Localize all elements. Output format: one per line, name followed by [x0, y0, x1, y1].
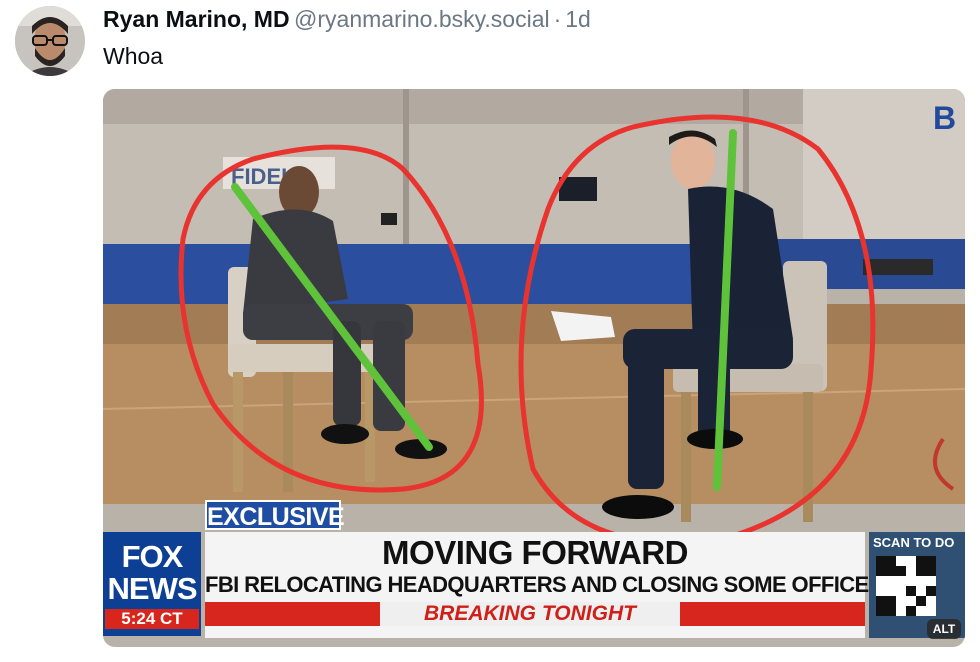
- post: Ryan Marino, MD @ryanmarino.bsky.social ·…: [0, 0, 980, 662]
- post-image[interactable]: FIDELI B EXCLUSIVE FOX NEWS 5:24 CT MOVI…: [103, 89, 965, 647]
- network-line2: NEWS: [107, 571, 198, 606]
- network-line1: FOX: [121, 539, 184, 574]
- news-chyron: EXCLUSIVE FOX NEWS 5:24 CT MOVING FORWAR…: [103, 500, 965, 647]
- post-age[interactable]: 1d: [565, 6, 591, 32]
- chyron-main: MOVING FORWARD FBI RELOCATING HEADQUARTE…: [205, 532, 883, 638]
- network-logo: FOX NEWS 5:24 CT: [103, 532, 201, 636]
- broadcast-time: 5:24 CT: [105, 609, 199, 629]
- avatar[interactable]: [15, 6, 85, 76]
- post-text: Whoa: [103, 43, 164, 69]
- chyron-subheadline: FBI RELOCATING HEADQUARTERS AND CLOSING …: [205, 572, 883, 597]
- author-name[interactable]: Ryan Marino, MD: [103, 6, 290, 32]
- qr-code-icon: [876, 556, 936, 616]
- post-header: Ryan Marino, MD @ryanmarino.bsky.social ·…: [103, 6, 591, 36]
- chyron-headline: MOVING FORWARD: [382, 534, 688, 571]
- separator: ·: [553, 6, 562, 32]
- qr-caption: SCAN TO DO: [873, 535, 955, 550]
- breaking-label: BREAKING TONIGHT: [380, 602, 680, 626]
- svg-text:B: B: [933, 100, 956, 136]
- author-handle[interactable]: @ryanmarino.bsky.social: [294, 6, 550, 32]
- exclusive-tag: EXCLUSIVE: [205, 500, 345, 531]
- alt-text-button[interactable]: ALT: [927, 619, 961, 639]
